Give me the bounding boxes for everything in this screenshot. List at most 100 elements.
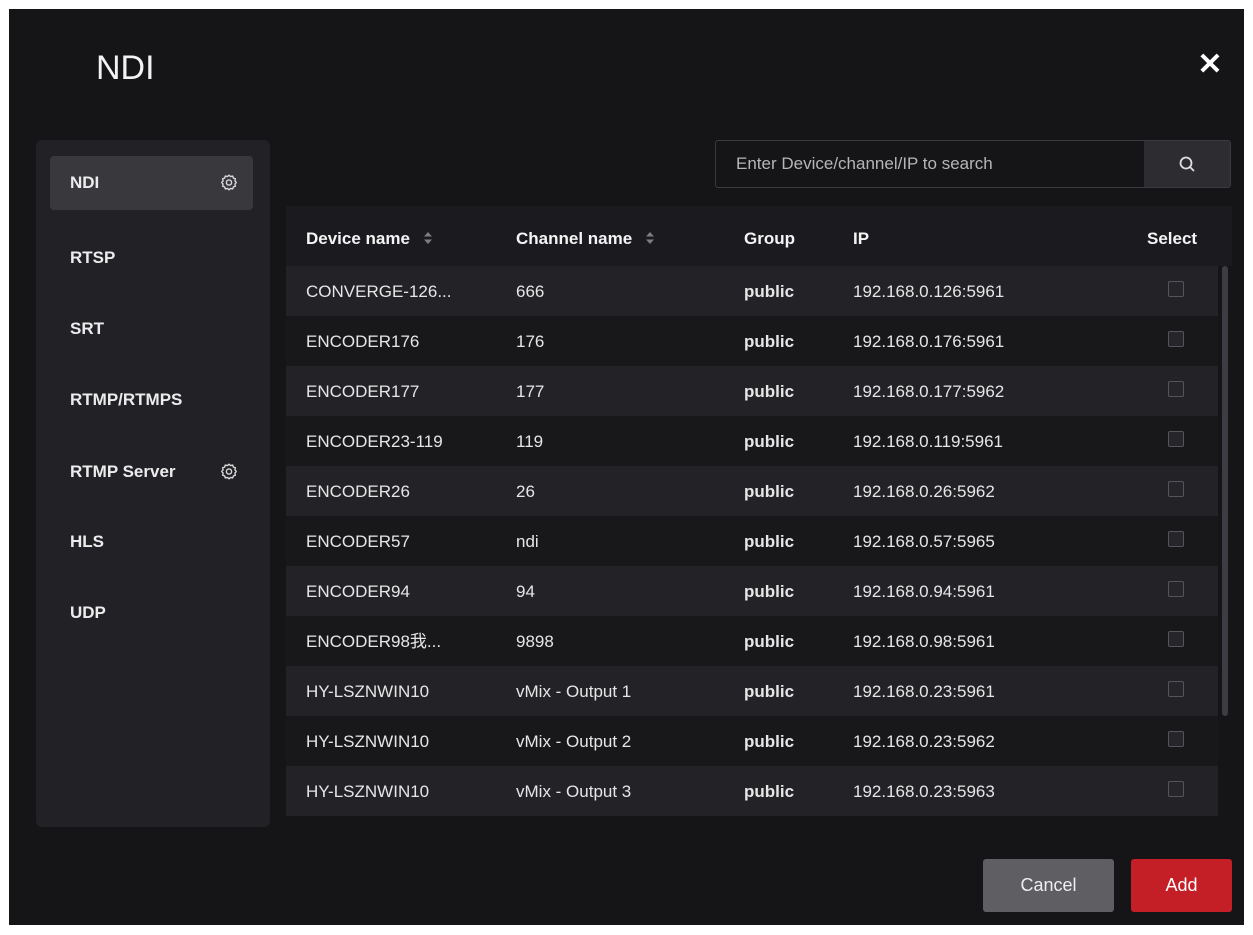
- cell-ip: 192.168.0.126:5961: [853, 282, 1005, 301]
- table-row[interactable]: ENCODER98我... 9898 public 192.168.0.98:5961: [286, 616, 1218, 666]
- cell-group: public: [744, 482, 795, 501]
- cell-device: ENCODER26: [306, 482, 410, 501]
- select-checkbox[interactable]: [1168, 281, 1184, 297]
- column-header-ip: IP: [853, 229, 870, 248]
- search-box: [715, 140, 1231, 188]
- table-row[interactable]: ENCODER23-119 119 public 192.168.0.119:5961: [286, 416, 1218, 466]
- cell-channel: 176: [516, 332, 545, 351]
- sidebar-item-label: HLS: [70, 532, 104, 551]
- column-header-select: Select: [1147, 229, 1198, 248]
- select-checkbox[interactable]: [1168, 481, 1184, 497]
- cancel-button[interactable]: Cancel: [983, 859, 1114, 912]
- cell-device: ENCODER176: [306, 332, 420, 351]
- cell-channel: 666: [516, 282, 545, 301]
- dialog-title: NDI: [96, 49, 155, 87]
- select-checkbox[interactable]: [1168, 731, 1184, 747]
- sort-icon[interactable]: [645, 231, 655, 245]
- select-checkbox[interactable]: [1168, 381, 1184, 397]
- table-row[interactable]: ENCODER176 176 public 192.168.0.176:5961: [286, 316, 1218, 366]
- search-icon: [1179, 156, 1195, 172]
- cell-device: ENCODER98我...: [306, 632, 442, 651]
- add-button[interactable]: Add: [1131, 859, 1232, 912]
- select-checkbox[interactable]: [1168, 531, 1184, 547]
- cell-channel: 26: [516, 482, 535, 501]
- cell-channel: 119: [516, 432, 544, 451]
- sidebar-item-srt[interactable]: SRT: [50, 302, 253, 356]
- table-row[interactable]: HY-LSZNWIN10 vMix - Output 2 public 192.168…: [286, 716, 1218, 766]
- gear-icon[interactable]: [219, 462, 239, 482]
- source-type-sidebar: NDI RTSP SRT RTMP/RTMPS RTMP Server HLS UDP: [36, 140, 270, 827]
- gear-icon[interactable]: [219, 173, 239, 193]
- cell-channel: 177: [516, 382, 545, 401]
- cell-ip: 192.168.0.119:5961: [853, 432, 1003, 451]
- cell-group: public: [744, 732, 795, 751]
- table-row[interactable]: ENCODER177 177 public 192.168.0.177:5962: [286, 366, 1218, 416]
- search-input[interactable]: [716, 141, 1144, 187]
- table-row[interactable]: HY-LSZNWIN10 vMix - Output 1 public 192.168…: [286, 666, 1218, 716]
- cell-ip: 192.168.0.23:5961: [853, 682, 995, 701]
- select-checkbox[interactable]: [1168, 331, 1184, 347]
- column-header-label: Device name: [306, 229, 410, 248]
- column-header-channel[interactable]: Channel name: [516, 206, 655, 266]
- select-checkbox[interactable]: [1168, 681, 1184, 697]
- column-header-label: Channel name: [516, 229, 633, 248]
- cell-group: public: [744, 632, 795, 651]
- sidebar-item-udp[interactable]: UDP: [50, 586, 253, 640]
- ndi-dialog: NDI ✕ NDI RTSP SRT RTMP/RTMPS RTMP Server HLS…: [9, 9, 1244, 925]
- table-row[interactable]: HY-LSZNWIN10 vMix - Output 3 public 192.168…: [286, 766, 1218, 816]
- cell-device: ENCODER57: [306, 532, 410, 551]
- cell-device: CONVERGE-126...: [306, 282, 452, 301]
- close-icon[interactable]: ✕: [1192, 47, 1228, 83]
- sidebar-item-ndi[interactable]: NDI: [50, 156, 253, 210]
- search-button[interactable]: [1144, 141, 1230, 187]
- column-header-group: Group: [744, 229, 795, 248]
- cell-group: public: [744, 532, 795, 551]
- cell-channel: ndi: [516, 532, 539, 551]
- sidebar-item-label: NDI: [70, 173, 100, 192]
- select-checkbox[interactable]: [1168, 431, 1184, 447]
- select-checkbox[interactable]: [1168, 581, 1184, 597]
- cell-ip: 192.168.0.26:5962: [853, 482, 995, 501]
- sidebar-item-label: RTMP/RTMPS: [70, 390, 183, 409]
- cell-ip: 192.168.0.176:5961: [853, 332, 1005, 351]
- cell-channel: vMix - Output 1: [516, 682, 632, 701]
- cell-group: public: [744, 582, 795, 601]
- cell-device: HY-LSZNWIN10: [306, 782, 430, 801]
- cell-group: public: [744, 282, 795, 301]
- cell-ip: 192.168.0.57:5965: [853, 532, 995, 551]
- cell-channel: 9898: [516, 632, 554, 651]
- table-row[interactable]: ENCODER94 94 public 192.168.0.94:5961: [286, 566, 1218, 616]
- cell-group: public: [744, 782, 795, 801]
- select-checkbox[interactable]: [1168, 631, 1184, 647]
- cell-device: ENCODER177: [306, 382, 420, 401]
- cell-channel: 94: [516, 582, 535, 601]
- table-header: Device name Channel name Group IP Select: [286, 206, 1232, 266]
- cell-channel: vMix - Output 3: [516, 782, 632, 801]
- sort-icon[interactable]: [423, 231, 433, 245]
- cell-device: ENCODER94: [306, 582, 410, 601]
- table-scrollbar[interactable]: [1222, 266, 1228, 716]
- cell-group: public: [744, 332, 795, 351]
- cell-channel: vMix - Output 2: [516, 732, 632, 751]
- cell-group: public: [744, 382, 795, 401]
- table-row[interactable]: ENCODER57 ndi public 192.168.0.57:5965: [286, 516, 1218, 566]
- sidebar-item-rtsp[interactable]: RTSP: [50, 231, 253, 285]
- table-row[interactable]: ENCODER26 26 public 192.168.0.26:5962: [286, 466, 1218, 516]
- column-header-device[interactable]: Device name: [306, 206, 433, 266]
- cell-ip: 192.168.0.23:5963: [853, 782, 995, 801]
- sidebar-item-label: RTSP: [70, 248, 116, 267]
- cell-group: public: [744, 682, 795, 701]
- sidebar-item-rtmp-rtmps[interactable]: RTMP/RTMPS: [50, 373, 253, 427]
- cell-device: ENCODER23-119: [306, 432, 443, 451]
- sidebar-item-label: RTMP Server: [70, 462, 176, 481]
- sidebar-item-rtmp-server[interactable]: RTMP Server: [50, 445, 253, 499]
- sidebar-item-label: SRT: [70, 319, 104, 338]
- cell-ip: 192.168.0.98:5961: [853, 632, 995, 651]
- cell-device: HY-LSZNWIN10: [306, 732, 430, 751]
- sidebar-item-label: UDP: [70, 603, 106, 622]
- sidebar-item-hls[interactable]: HLS: [50, 515, 253, 569]
- table-row[interactable]: CONVERGE-126... 666 public 192.168.0.126:59…: [286, 266, 1218, 316]
- ndi-source-table: Device name Channel name Group IP Select…: [286, 206, 1232, 831]
- select-checkbox[interactable]: [1168, 781, 1184, 797]
- cell-device: HY-LSZNWIN10: [306, 682, 430, 701]
